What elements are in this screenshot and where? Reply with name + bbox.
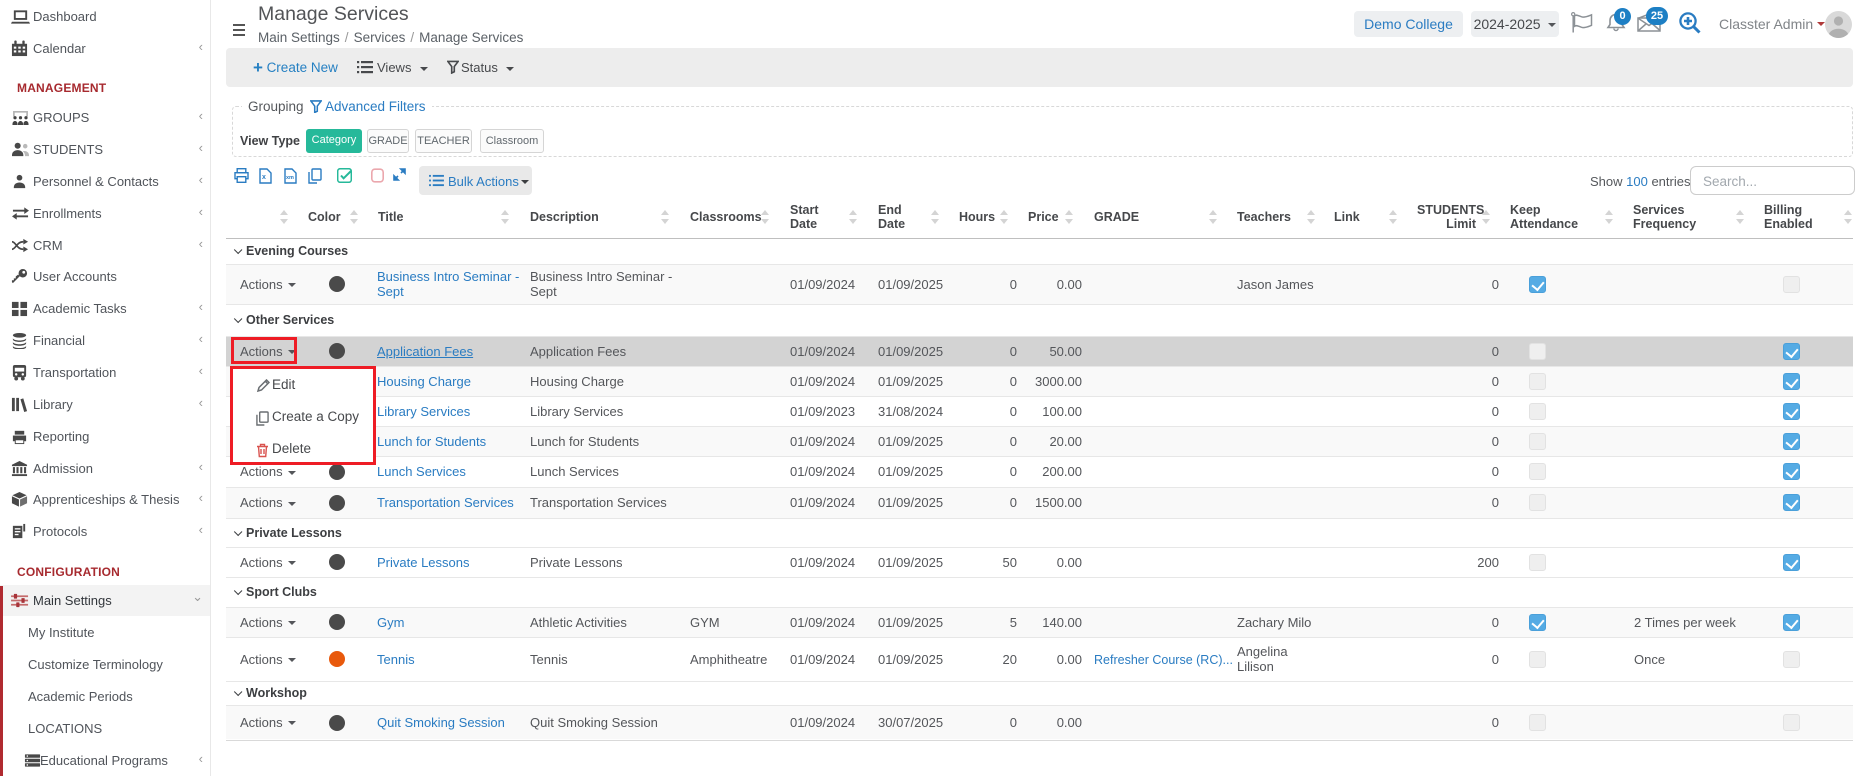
svg-text:x: x — [262, 174, 266, 181]
svg-text:xm: xm — [286, 175, 294, 181]
